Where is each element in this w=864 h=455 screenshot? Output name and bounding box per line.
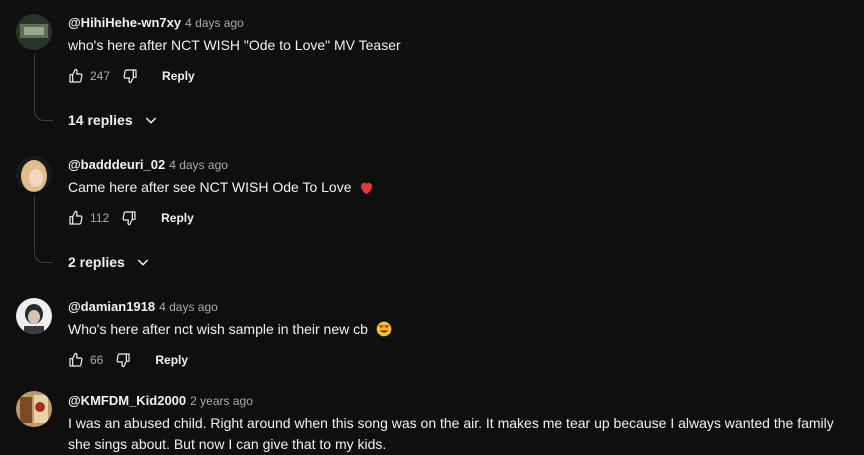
author-name[interactable]: @HihiHehe-wn7xy [68,15,181,30]
comment-text: who's here after NCT WISH "Ode to Love" … [68,37,401,53]
chevron-down-icon [137,259,149,266]
avatar[interactable] [16,14,52,50]
avatar[interactable] [16,391,52,427]
avatar[interactable] [16,156,52,192]
comment-text-content: Who's here after nct wish sample in thei… [68,321,368,337]
replies-count[interactable]: 2 replies [68,254,125,270]
comment-author[interactable]: @KMFDM_Kid2000 2 years ago [68,393,253,408]
like-icon[interactable] [68,352,84,368]
comment-author[interactable]: @HihiHehe-wn7xy 4 days ago [68,15,244,30]
reply-button[interactable]: Reply [161,211,194,225]
replies-toggle[interactable]: 14 replies [68,112,159,128]
like-count: 247 [90,69,111,83]
thread-connector [34,196,53,263]
comment-text: Who's here after nct wish sample in thei… [68,319,856,343]
replies-count[interactable]: 14 replies [68,112,133,128]
comment-author[interactable]: @badddeuri_02 4 days ago [68,157,228,172]
like-icon[interactable] [68,210,84,226]
comment-time[interactable]: 2 years ago [190,394,253,408]
like-count: 66 [90,353,104,367]
author-name[interactable]: @KMFDM_Kid2000 [68,393,186,408]
reply-button[interactable]: Reply [155,353,188,367]
comment-text: I was an abused child. Right around when… [68,415,834,452]
comment-time[interactable]: 4 days ago [159,300,218,314]
like-count: 112 [90,211,110,225]
red-heart-icon [359,180,374,201]
comment-actions: 112 Reply [68,208,194,228]
comment-text-content: Came here after see NCT WISH Ode To Love [68,179,352,195]
comment-time[interactable]: 4 days ago [185,16,244,30]
dislike-icon[interactable] [122,68,138,84]
dislike-icon[interactable] [115,352,131,368]
comment-author[interactable]: @damian1918 4 days ago [68,299,218,314]
comment-text: Came here after see NCT WISH Ode To Love [68,177,856,201]
thread-connector [34,54,53,121]
replies-toggle[interactable]: 2 replies [68,254,151,270]
dislike-icon[interactable] [121,210,137,226]
author-name[interactable]: @damian1918 [68,299,155,314]
author-name[interactable]: @badddeuri_02 [68,157,165,172]
avatar[interactable] [16,298,52,334]
comment-actions: 66 Reply [68,350,188,370]
chevron-down-icon [145,117,156,124]
comment-time[interactable]: 4 days ago [169,158,228,172]
reply-button[interactable]: Reply [162,69,195,83]
like-icon[interactable] [68,68,84,84]
comment-actions: 247 Reply [68,66,195,86]
heart-eyes-icon [376,321,392,343]
